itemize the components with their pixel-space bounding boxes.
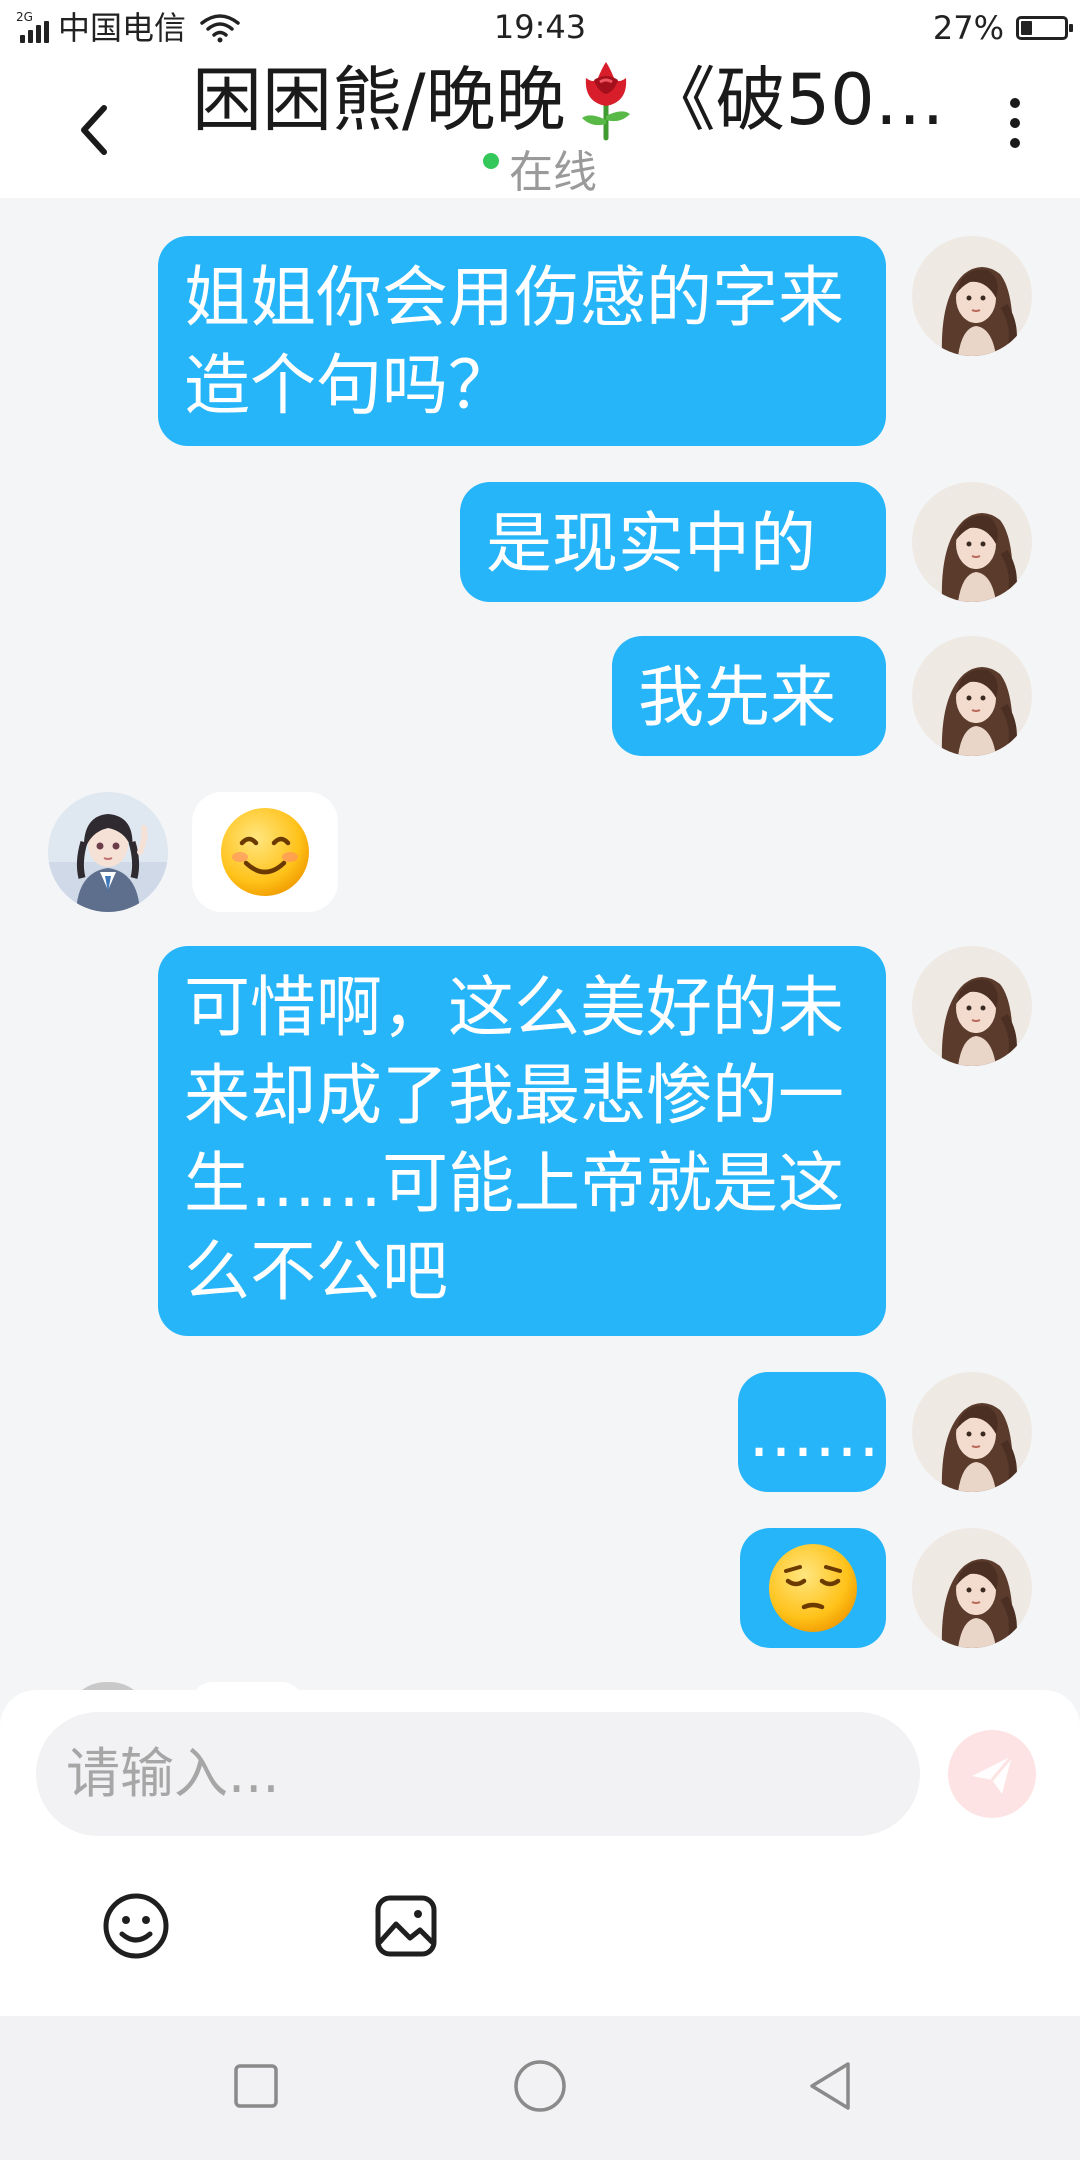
message-row: 可惜啊，这么美好的未来却成了我最悲惨的一生……可能上帝就是这么不公吧: [0, 946, 1080, 1336]
battery-group: 27%: [932, 8, 1073, 48]
home-icon[interactable]: [510, 2056, 570, 2116]
message-row: 我先来: [0, 636, 1080, 756]
chat-title-name: 困困熊/晚晚: [192, 59, 566, 141]
message-row: ……: [0, 1372, 1080, 1492]
recent-apps-icon[interactable]: [226, 2056, 286, 2116]
my-avatar[interactable]: [912, 1372, 1032, 1492]
message-bubble[interactable]: [740, 1528, 886, 1648]
message-row: [0, 1528, 1080, 1648]
rose-emoji-icon: [581, 62, 630, 141]
woman-portrait-avatar-image: [912, 236, 1032, 356]
woman-portrait-avatar-image: [912, 1372, 1032, 1492]
message-row-partial: [0, 1682, 1080, 1690]
my-avatar[interactable]: [912, 236, 1032, 356]
contact-avatar[interactable]: [48, 792, 168, 912]
anime-girl-avatar-image: [48, 792, 168, 912]
my-avatar[interactable]: [912, 946, 1032, 1066]
battery-percent: 27%: [932, 9, 1004, 47]
pensive-face-emoji-icon: [769, 1544, 857, 1632]
emoji-picker-icon[interactable]: [100, 1890, 172, 1962]
chat-title-suffix: 《破50…: [645, 59, 945, 141]
presence-label: 在线: [509, 147, 597, 198]
message-bubble[interactable]: 我先来: [612, 636, 886, 756]
message-row: [0, 792, 1080, 912]
message-input[interactable]: 请输入...: [36, 1712, 920, 1836]
send-button[interactable]: [948, 1730, 1036, 1818]
contact-avatar-partial: [66, 1682, 150, 1690]
message-list[interactable]: 姐姐你会用伤感的字来造个句吗？ 是现实中的 我先来 可惜啊，这么美好的未来却成了…: [0, 198, 1080, 1690]
input-panel: 请输入...: [0, 1690, 1080, 2016]
message-bubble[interactable]: 是现实中的: [460, 482, 886, 602]
presence-status: 在线: [0, 146, 1080, 200]
message-bubble[interactable]: ……: [738, 1372, 886, 1492]
image-picker-icon[interactable]: [370, 1890, 442, 1962]
chat-title[interactable]: 困困熊/晚晚 《破50…: [192, 56, 952, 144]
woman-portrait-avatar-image: [912, 946, 1032, 1066]
my-avatar[interactable]: [912, 482, 1032, 602]
status-time: 19:43: [493, 8, 587, 46]
message-bubble[interactable]: 可惜啊，这么美好的未来却成了我最悲惨的一生……可能上帝就是这么不公吧: [158, 946, 886, 1336]
system-nav-bar: [0, 2016, 1080, 2160]
status-bar: 2G 中国电信 19:43 27%: [0, 0, 1080, 54]
woman-portrait-avatar-image: [912, 482, 1032, 602]
message-row: 是现实中的: [0, 482, 1080, 602]
message-row: 姐姐你会用伤感的字来造个句吗？: [0, 236, 1080, 446]
message-bubble-partial: [192, 1682, 302, 1690]
message-bubble[interactable]: 姐姐你会用伤感的字来造个句吗？: [158, 236, 886, 446]
online-dot-icon: [483, 153, 499, 169]
back-nav-icon[interactable]: [800, 2056, 860, 2116]
woman-portrait-avatar-image: [912, 1528, 1032, 1648]
my-avatar[interactable]: [912, 1528, 1032, 1648]
smiling-face-emoji-icon: [221, 808, 309, 896]
message-bubble[interactable]: [192, 792, 338, 912]
woman-portrait-avatar-image: [912, 636, 1032, 756]
send-icon: [972, 1755, 1014, 1794]
more-options-icon[interactable]: [1000, 98, 1030, 158]
my-avatar[interactable]: [912, 636, 1032, 756]
battery-fill: [1021, 21, 1033, 35]
battery-icon: [1016, 16, 1073, 40]
chat-header: 困困熊/晚晚 《破50… 在线: [0, 54, 1080, 198]
